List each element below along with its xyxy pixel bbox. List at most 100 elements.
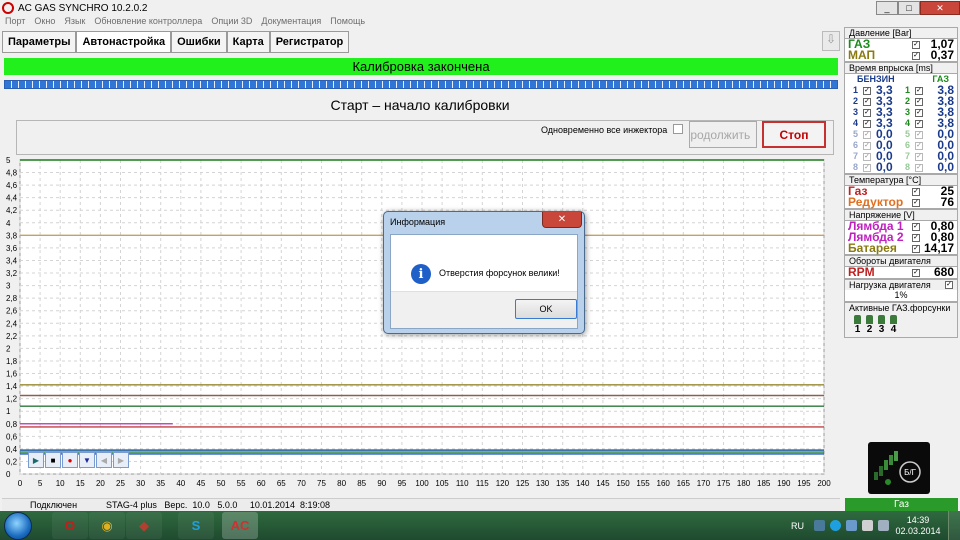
show-desktop-button[interactable] <box>948 511 960 540</box>
network-icon[interactable] <box>846 520 857 531</box>
gas-injector-checkbox[interactable]: ✓ <box>915 164 923 172</box>
language-indicator[interactable]: RU <box>791 521 804 531</box>
gas-injector-number: 5 <box>905 129 911 139</box>
information-dialog: Информация ✕ i Отверстия форсунок велики… <box>383 211 585 334</box>
gas-injector-checkbox[interactable]: ✓ <box>915 120 923 128</box>
down-icon[interactable]: ▼ <box>79 452 95 468</box>
flag-icon[interactable] <box>862 520 873 531</box>
clock-time: 14:39 <box>906 514 930 525</box>
nozzle-1: 1 <box>854 315 861 335</box>
ac-gas-icon[interactable]: AC <box>222 512 258 539</box>
x-tick-label: 90 <box>377 479 386 488</box>
menu-window[interactable]: Окно <box>34 16 55 29</box>
simultaneous-injectors-checkbox[interactable] <box>673 124 683 134</box>
y-tick-label: 4,2 <box>6 206 18 215</box>
y-tick-label: 0,6 <box>6 432 18 441</box>
gas-injector-checkbox[interactable]: ✓ <box>915 142 923 150</box>
load-checkbox[interactable]: ✓ <box>945 281 953 289</box>
opera-icon[interactable]: O <box>52 512 88 539</box>
dialog-close-button[interactable]: ✕ <box>542 212 582 228</box>
close-button[interactable]: ✕ <box>920 1 960 15</box>
petrol-injector-checkbox[interactable]: ✓ <box>863 153 871 161</box>
calibration-status-banner: Калибровка закончена <box>4 58 838 75</box>
menu-options-3d[interactable]: Опции 3D <box>211 16 252 29</box>
x-tick-label: 40 <box>176 479 185 488</box>
gas-injector-checkbox[interactable]: ✓ <box>915 87 923 95</box>
skype-icon[interactable]: S <box>178 512 214 539</box>
lambda2-checkbox[interactable]: ✓ <box>912 234 920 242</box>
pin-icon[interactable]: ⇩ <box>822 31 840 51</box>
forward-icon[interactable]: ▶ <box>113 452 129 468</box>
petrol-injector-checkbox[interactable]: ✓ <box>863 109 871 117</box>
petrol-gas-switch[interactable]: Б/Г <box>868 442 930 494</box>
menu-help[interactable]: Помощь <box>330 16 365 29</box>
x-tick-label: 0 <box>18 479 23 488</box>
main-tabs: Параметры Автонастройка Ошибки Карта Рег… <box>2 31 350 53</box>
tab-recorder[interactable]: Регистратор <box>269 31 350 53</box>
x-tick-label: 195 <box>797 479 811 488</box>
maximize-button[interactable]: □ <box>898 1 920 15</box>
tab-autocalibration[interactable]: Автонастройка <box>76 31 172 53</box>
gas-injector-checkbox[interactable]: ✓ <box>915 109 923 117</box>
menu-update-controller[interactable]: Обновление контроллера <box>94 16 202 29</box>
x-tick-label: 160 <box>657 479 671 488</box>
chrome-icon[interactable]: ◉ <box>89 512 125 539</box>
continue-button[interactable]: Продолжить <box>689 121 757 148</box>
play-icon[interactable]: ▶ <box>28 452 44 468</box>
petrol-injector-number: 4 <box>853 118 859 128</box>
rpm-checkbox[interactable]: ✓ <box>912 269 920 277</box>
start-label: Старт – начало калибровки <box>330 97 510 113</box>
record-icon[interactable]: ● <box>62 452 78 468</box>
gas-injector-number: 7 <box>905 151 911 161</box>
y-tick-label: 0 <box>6 470 11 479</box>
petrol-injector-checkbox[interactable]: ✓ <box>863 87 871 95</box>
temperature-gas-checkbox[interactable]: ✓ <box>912 188 920 196</box>
petrol-injector-checkbox[interactable]: ✓ <box>863 120 871 128</box>
dialog-title: Информация <box>390 217 446 227</box>
gas-injector-checkbox[interactable]: ✓ <box>915 153 923 161</box>
taskbar: O ◉ ◆ S AC RU 14:39 02.03.2014 <box>0 511 960 540</box>
petrol-injector-checkbox[interactable]: ✓ <box>863 98 871 106</box>
pressure-gas-checkbox[interactable]: ✓ <box>912 41 920 49</box>
tab-parameters[interactable]: Параметры <box>2 31 77 53</box>
back-icon[interactable]: ◀ <box>96 452 112 468</box>
gas-injector-number: 2 <box>905 96 911 106</box>
pressure-map-checkbox[interactable]: ✓ <box>912 52 920 60</box>
load-header-label: Нагрузка двигателя <box>849 280 931 290</box>
x-tick-label: 25 <box>116 479 125 488</box>
start-button[interactable] <box>4 512 32 540</box>
petrol-injector-checkbox[interactable]: ✓ <box>863 131 871 139</box>
minimize-button[interactable]: _ <box>876 1 898 15</box>
ok-button[interactable]: OK <box>515 299 577 319</box>
skype-tray-icon[interactable] <box>830 520 841 531</box>
y-tick-label: 3,8 <box>6 231 18 240</box>
tray-expand-icon[interactable] <box>814 520 825 531</box>
pinned-app-icon[interactable]: ◆ <box>126 512 162 539</box>
system-tray: RU 14:39 02.03.2014 <box>791 511 960 540</box>
x-tick-label: 115 <box>476 479 489 488</box>
menu-documentation[interactable]: Документация <box>261 16 321 29</box>
x-tick-label: 140 <box>576 479 590 488</box>
gas-injector-checkbox[interactable]: ✓ <box>915 131 923 139</box>
menu-port[interactable]: Порт <box>5 16 25 29</box>
lambda1-checkbox[interactable]: ✓ <box>912 223 920 231</box>
tab-errors[interactable]: Ошибки <box>171 31 227 53</box>
volume-icon[interactable] <box>878 520 889 531</box>
petrol-injector-checkbox[interactable]: ✓ <box>863 164 871 172</box>
stop-button[interactable]: Стоп <box>762 121 826 148</box>
x-tick-label: 5 <box>38 479 43 488</box>
battery-checkbox[interactable]: ✓ <box>912 245 920 253</box>
controller-info: STAG-4 plus Верс. 10.0 5.0.0 10.01.2014 … <box>106 500 330 510</box>
temperature-section: Газ ✓ 25 Редуктор ✓ 76 <box>844 185 958 209</box>
x-tick-label: 95 <box>397 479 406 488</box>
temperature-reducer-checkbox[interactable]: ✓ <box>912 199 920 207</box>
menu-language[interactable]: Язык <box>64 16 85 29</box>
y-tick-label: 2,4 <box>6 319 18 328</box>
gas-injector-checkbox[interactable]: ✓ <box>915 98 923 106</box>
petrol-injection-time: 0,0 <box>876 160 893 174</box>
injection-section: БЕНЗИН ГАЗ 1 ✓ 3,3 1 ✓ 3,8 2 ✓ 3,3 2 ✓ 3,8 3 ✓ 3,3 3 ✓ 3,… <box>844 73 958 174</box>
petrol-injector-checkbox[interactable]: ✓ <box>863 142 871 150</box>
tab-map[interactable]: Карта <box>226 31 270 53</box>
clock[interactable]: 14:39 02.03.2014 <box>894 515 942 537</box>
stop-icon[interactable]: ■ <box>45 452 61 468</box>
